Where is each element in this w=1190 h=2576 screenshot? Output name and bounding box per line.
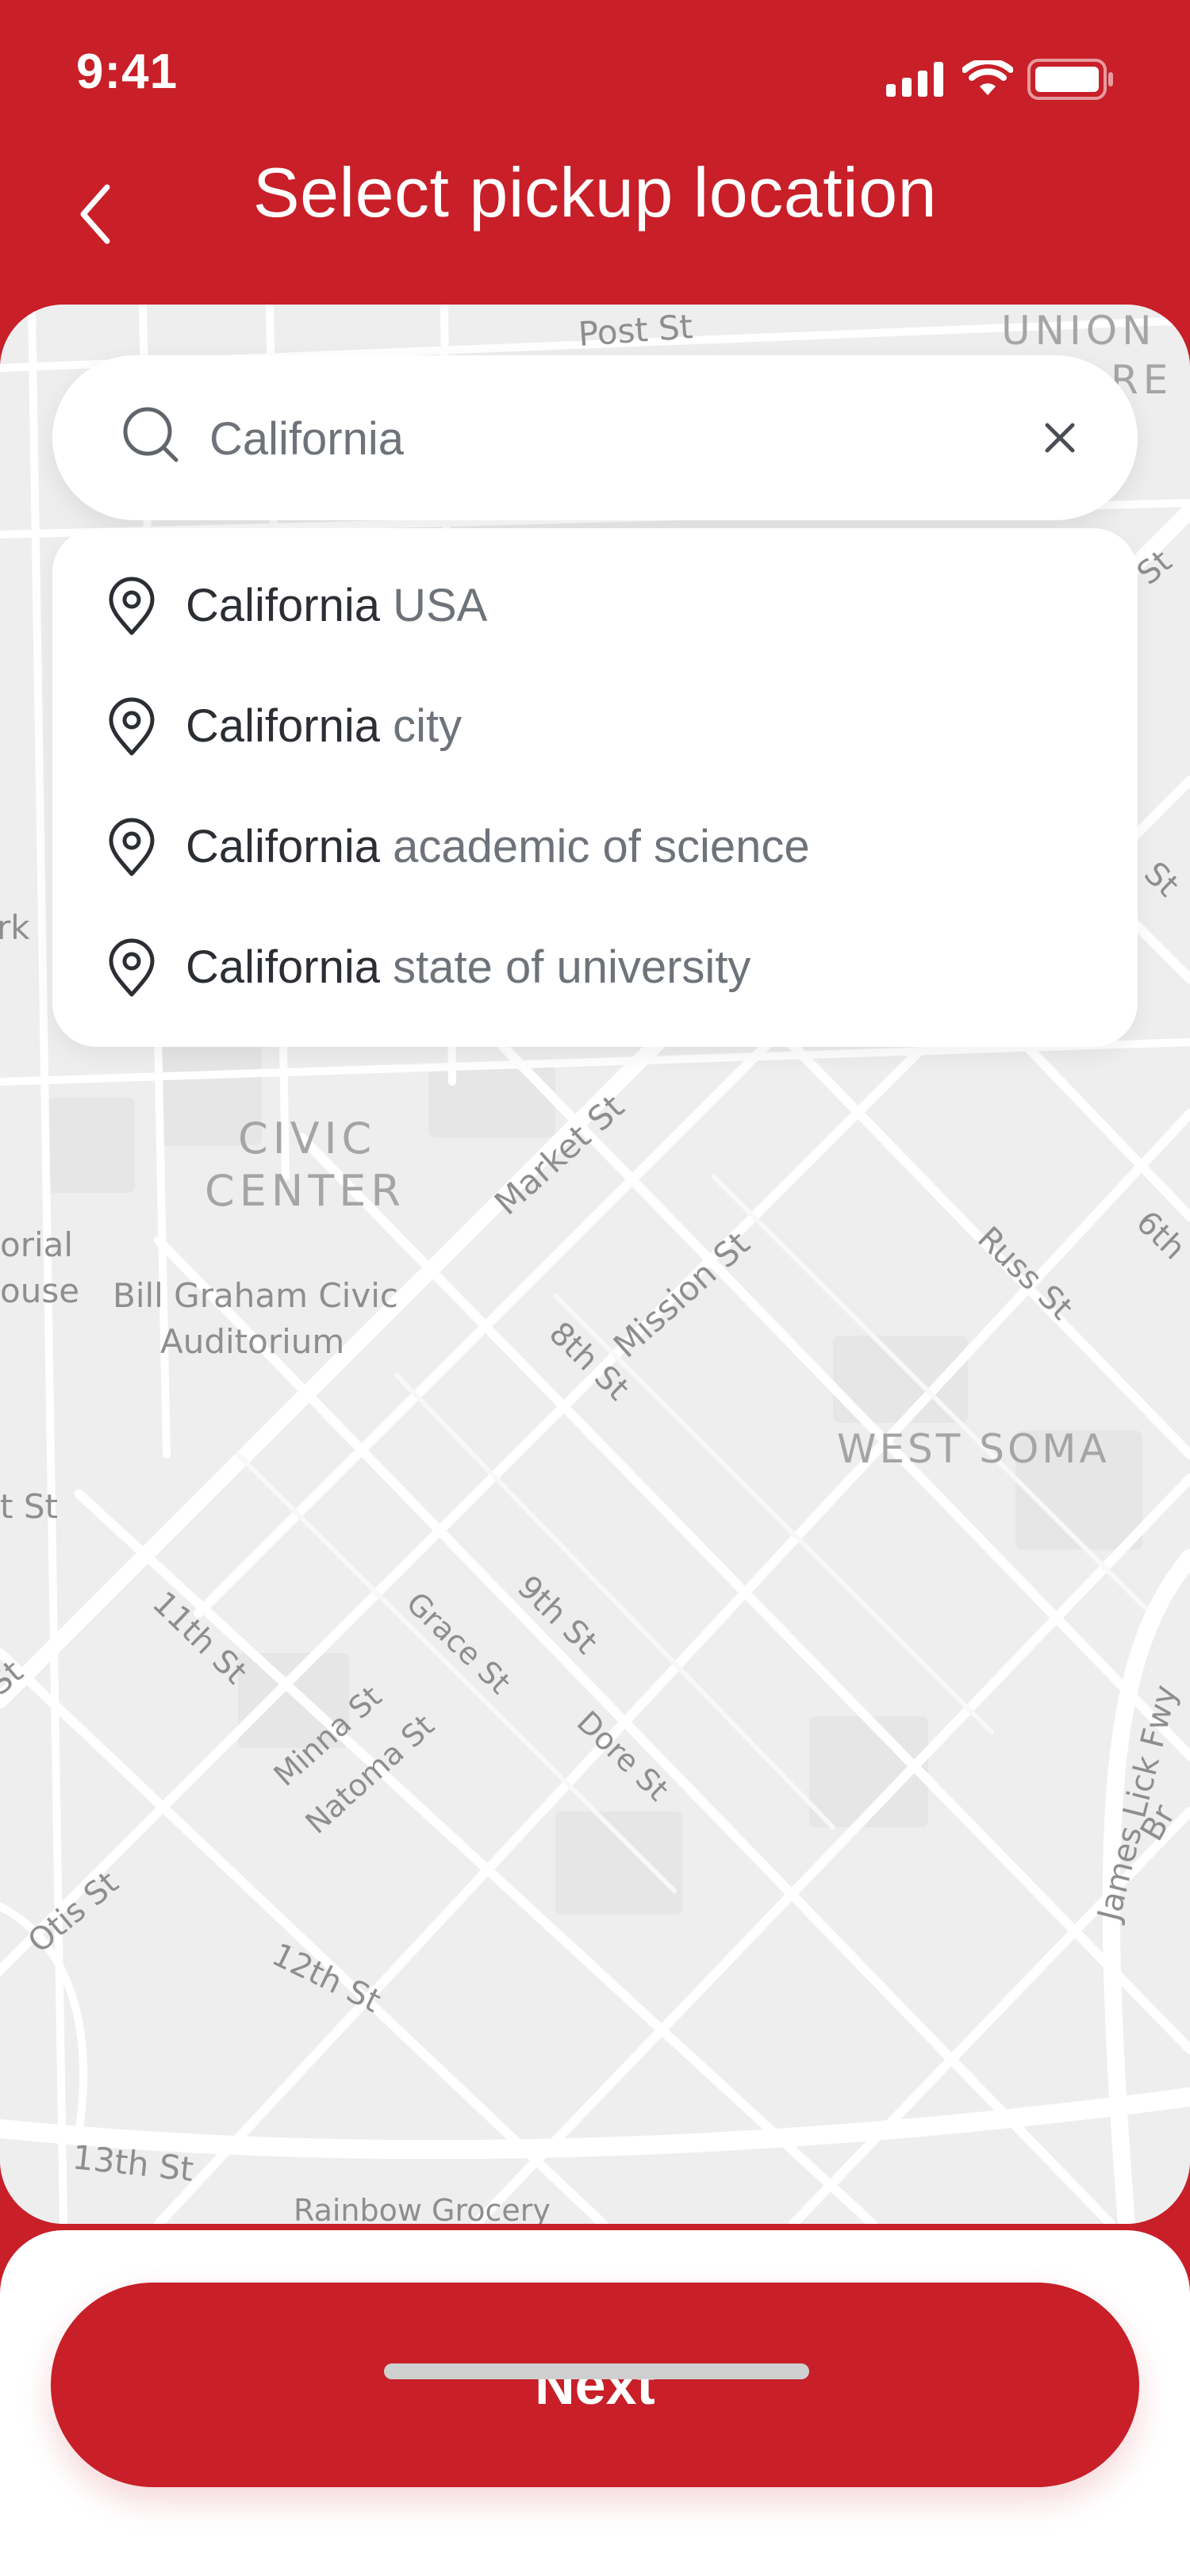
suggestion-match: California	[186, 700, 380, 752]
suggestion-text: California state of university	[186, 941, 750, 994]
search-bar[interactable]	[52, 355, 1138, 520]
suggestion-match: California	[186, 941, 380, 993]
map-label: Post St	[577, 307, 693, 354]
map-label: orial	[0, 1225, 73, 1264]
suggestion-item[interactable]: California USA	[52, 544, 1138, 663]
map-label: CIVIC	[238, 1114, 376, 1163]
suggestion-rest: USA	[380, 580, 488, 631]
search-input[interactable]	[208, 398, 1004, 479]
suggestion-item[interactable]: California academic of science	[52, 785, 1138, 904]
location-pin-icon	[109, 577, 155, 635]
map-label: Bill Graham Civic	[113, 1276, 398, 1315]
map-label: UNION	[1001, 308, 1157, 354]
page-title: Select pickup location	[252, 153, 938, 232]
location-pin-icon	[109, 938, 155, 997]
status-icons	[886, 56, 1115, 103]
map-label: Auditorium	[160, 1322, 344, 1361]
suggestion-rest: city	[380, 700, 463, 752]
map-label: Rainbow Grocery	[294, 2193, 551, 2224]
location-pin-icon	[109, 697, 155, 756]
map-label: ouse	[0, 1271, 79, 1310]
search-icon	[123, 407, 178, 462]
suggestion-match: California	[186, 821, 380, 872]
suggestion-text: California academic of science	[186, 820, 810, 873]
screen: 9:41 Select pickup location Post St UNIO…	[0, 0, 1190, 2576]
suggestion-match: California	[186, 580, 380, 631]
map-label: rk	[0, 908, 30, 947]
suggestion-rest: academic of science	[380, 821, 810, 872]
home-indicator[interactable]	[384, 2363, 809, 2379]
map-label: WEST SOMA	[837, 1426, 1110, 1472]
map-label: t St	[0, 1487, 58, 1526]
suggestion-item[interactable]: California state of university	[52, 906, 1138, 1025]
signal-icon	[886, 62, 943, 97]
status-bar: 9:41	[0, 0, 1190, 135]
battery-icon	[1027, 59, 1113, 100]
suggestion-item[interactable]: California city	[52, 665, 1138, 784]
header: Select pickup location	[0, 135, 1190, 309]
next-button[interactable]: Next	[51, 2283, 1139, 2487]
suggestion-rest: state of university	[380, 941, 751, 993]
location-pin-icon	[109, 818, 155, 876]
close-icon[interactable]	[1035, 412, 1085, 463]
suggestions-list: California USA California city Californi…	[52, 528, 1138, 1047]
wifi-icon	[962, 60, 1013, 95]
suggestion-text: California USA	[186, 579, 487, 632]
status-time: 9:41	[76, 44, 178, 99]
suggestion-text: California city	[186, 700, 462, 753]
bottom-sheet: Next	[0, 2230, 1190, 2576]
map-label: CENTER	[205, 1166, 405, 1216]
